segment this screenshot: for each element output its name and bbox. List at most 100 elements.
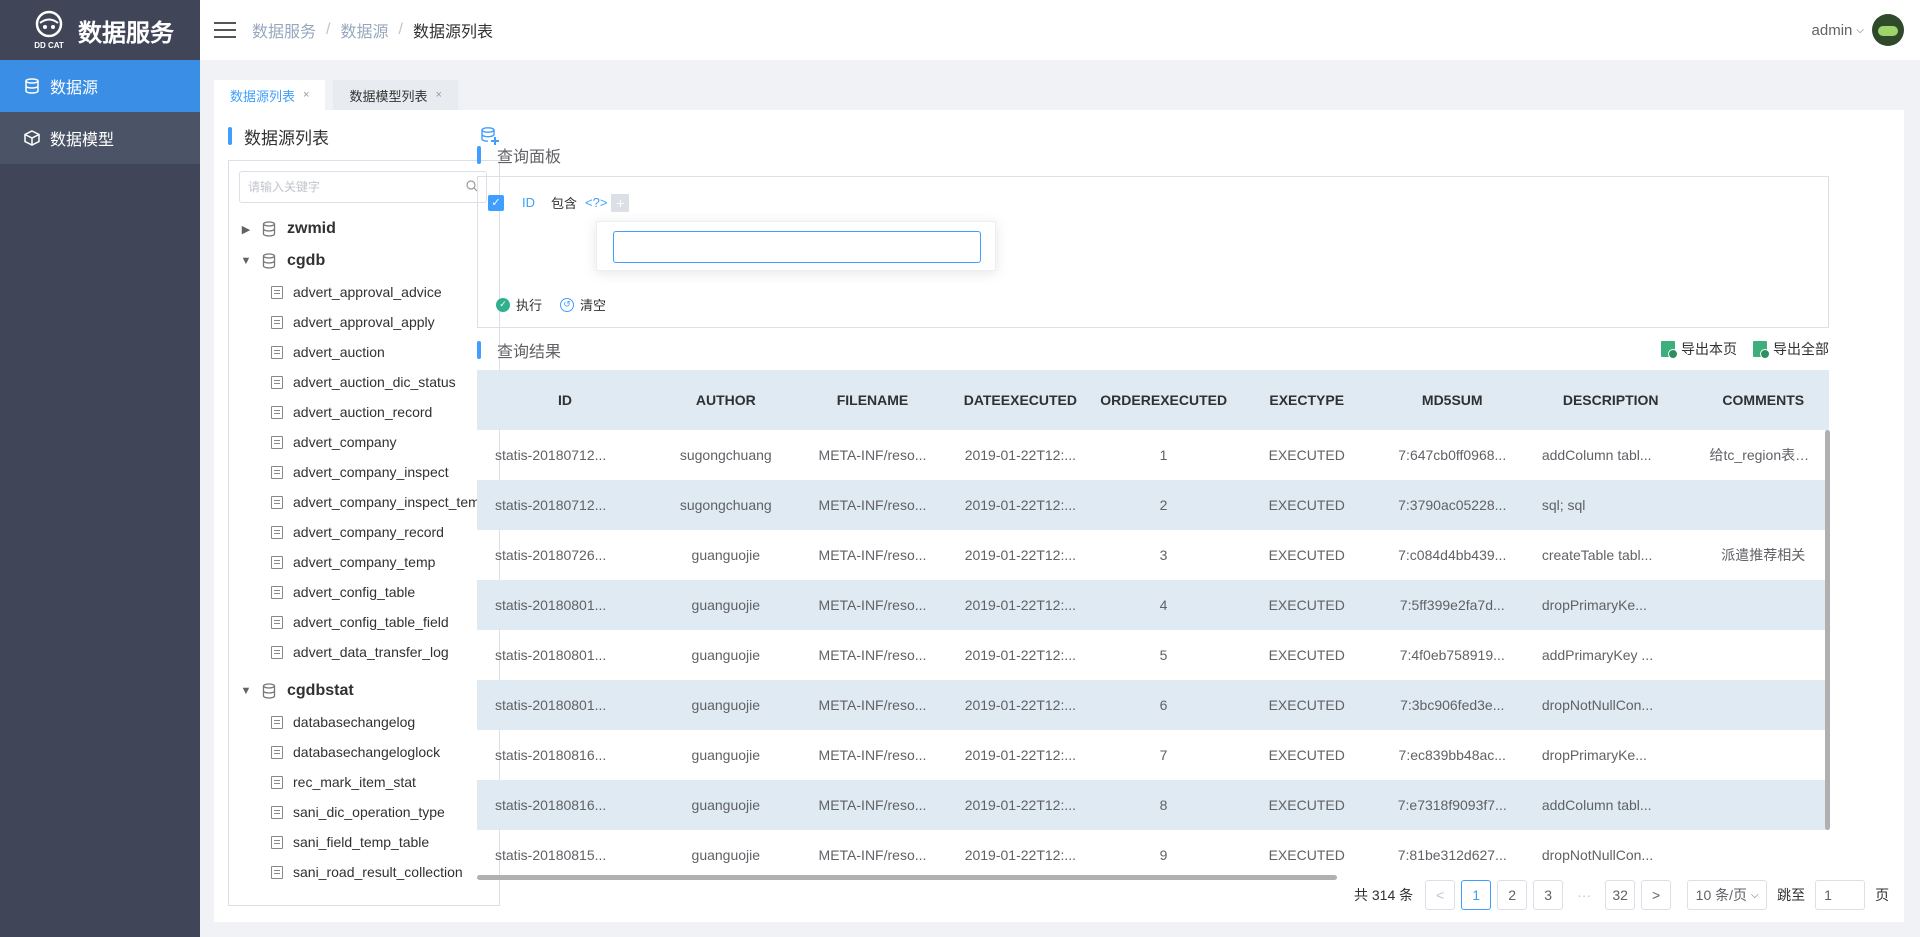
table-cell: 7:c084d4bb439...	[1398, 547, 1507, 563]
results-table: ID AUTHOR FILENAME DATEEXECUTED ORDEREXECUTE…	[477, 370, 1829, 880]
next-page-button[interactable]: >	[1641, 880, 1672, 910]
table-row[interactable]: statis-20180816... guanguojie META-INF/res…	[477, 730, 1829, 780]
table-row[interactable]: statis-20180712... sugongchuang META-INF/r…	[477, 430, 1829, 480]
tree-table-name: advert_auction	[293, 344, 385, 360]
export-all-button[interactable]: 导出全部	[1753, 339, 1829, 359]
add-condition-button[interactable]: +	[611, 193, 630, 212]
breadcrumb-item[interactable]: 数据源	[340, 18, 388, 42]
table-cell: META-INF/reso...	[798, 480, 947, 530]
close-icon[interactable]: ×	[303, 89, 309, 101]
sidebar-item-datamodel[interactable]: 数据模型	[0, 112, 200, 164]
sidebar-item-label: 数据源	[50, 80, 99, 97]
horizontal-scrollbar[interactable]	[477, 875, 1337, 880]
tree-table-name: advert_config_table	[293, 584, 416, 600]
table-row[interactable]: statis-20180726... guanguojie META-INF/res…	[477, 530, 1829, 580]
condition-value[interactable]: <?>	[585, 195, 607, 210]
table-cell: EXECUTED	[1232, 480, 1381, 530]
avatar[interactable]	[1872, 14, 1904, 46]
database-icon	[262, 253, 276, 269]
column-header[interactable]: COMMENTS	[1697, 370, 1829, 430]
table-cell: EXECUTED	[1232, 580, 1381, 630]
execute-button[interactable]: ✓ 执行	[496, 295, 542, 314]
user-menu[interactable]: admin ⌵	[1812, 14, 1904, 46]
column-header[interactable]: MD5SUM	[1380, 370, 1524, 430]
column-header[interactable]: ID	[477, 370, 654, 430]
caret-right-icon[interactable]: ▶	[235, 223, 257, 236]
table-cell: 8	[1094, 780, 1233, 830]
page-size-select[interactable]: 10 条/页 ⌵	[1687, 880, 1768, 910]
column-header[interactable]: DATEEXECUTED	[946, 370, 1095, 430]
column-header[interactable]: EXECTYPE	[1232, 370, 1381, 430]
tree-table-node[interactable]: databasechangelog	[229, 707, 489, 737]
table-cell: 7:4f0eb758919...	[1399, 647, 1505, 663]
table-cell: META-INF/reso...	[818, 447, 927, 463]
column-header[interactable]: AUTHOR	[653, 370, 799, 430]
tree-table-node[interactable]: advert_company_inspect	[229, 457, 489, 487]
clear-button[interactable]: ↺ 清空	[560, 295, 606, 314]
table-cell: 2	[1094, 480, 1233, 530]
table-cell: statis-20180801...	[477, 680, 654, 730]
search-input[interactable]	[248, 180, 466, 194]
column-header[interactable]: ORDEREXECUTED	[1094, 370, 1233, 430]
table-row[interactable]: statis-20180801... guanguojie META-INF/res…	[477, 580, 1829, 630]
tree-table-node[interactable]: advert_company	[229, 427, 489, 457]
table-cell: 2019-01-22T12:...	[946, 480, 1095, 530]
sidebar-item-datasource[interactable]: 数据源	[0, 60, 200, 112]
caret-down-icon[interactable]: ▼	[235, 685, 257, 697]
tree-table-node[interactable]: sani_dic_operation_type	[229, 797, 489, 827]
table-icon	[271, 775, 283, 789]
tree-table-node[interactable]: advert_company_temp	[229, 547, 489, 577]
tree-db-node[interactable]: ▶ zwmid	[229, 213, 489, 245]
page-button[interactable]: 2	[1497, 880, 1528, 910]
tree-table-name: advert_auction_record	[293, 404, 433, 420]
condition-operator[interactable]: 包含	[551, 193, 577, 212]
tree-db-name: cgdbstat	[287, 682, 354, 699]
hamburger-icon[interactable]	[214, 22, 236, 38]
condition-field[interactable]: ID	[522, 195, 535, 210]
table-row[interactable]: statis-20180801... guanguojie META-INF/res…	[477, 680, 1829, 730]
tree-table-node[interactable]: advert_auction	[229, 337, 489, 367]
condition-value-input[interactable]	[613, 231, 981, 263]
jump-input[interactable]: 1	[1815, 880, 1866, 910]
table-body: statis-20180712... sugongchuang META-INF/r…	[477, 430, 1829, 880]
tree-table-node[interactable]: rec_mark_item_stat	[229, 767, 489, 797]
page-button[interactable]: 32	[1605, 880, 1636, 910]
table-row[interactable]: statis-20180801... guanguojie META-INF/res…	[477, 630, 1829, 680]
tree-table-node[interactable]: advert_data_transfer_log	[229, 637, 489, 667]
condition-checkbox[interactable]: ✓	[488, 194, 504, 211]
datasource-panel: 数据源列表 ▶ zwmid ▼ cgdb advert_approval_advicea…	[228, 124, 500, 906]
table-cell: statis-20180815...	[495, 847, 607, 863]
breadcrumb-item[interactable]: 数据服务	[252, 18, 316, 42]
column-header[interactable]: DESCRIPTION	[1523, 370, 1698, 430]
tab-datasource-list[interactable]: 数据源列表 ×	[214, 80, 326, 110]
tree-table-node[interactable]: advert_approval_apply	[229, 307, 489, 337]
prev-page-button[interactable]: <	[1425, 880, 1456, 910]
column-header[interactable]: FILENAME	[798, 370, 947, 430]
tab-bar: 数据源列表 × 数据模型列表 ×	[214, 80, 458, 110]
caret-down-icon[interactable]: ▼	[235, 255, 257, 267]
page-ellipsis[interactable]: ···	[1569, 887, 1599, 903]
tree-table-node[interactable]: advert_config_table_field	[229, 607, 489, 637]
tab-datamodel-list[interactable]: 数据模型列表 ×	[333, 80, 458, 110]
tree-table-node[interactable]: advert_approval_advice	[229, 277, 489, 307]
vertical-scrollbar[interactable]	[1825, 430, 1830, 830]
cube-icon	[24, 129, 42, 147]
total-count: 共 314 条	[1354, 887, 1414, 903]
tree-table-node[interactable]: advert_auction_record	[229, 397, 489, 427]
tree-table-node[interactable]: sani_road_result_collection	[229, 857, 489, 887]
tree-db-node[interactable]: ▼ cgdb	[229, 245, 489, 277]
tree-table-node[interactable]: sani_field_temp_table	[229, 827, 489, 857]
tree-table-node[interactable]: databasechangeloglock	[229, 737, 489, 767]
tree-db-node[interactable]: ▼ cgdbstat	[229, 675, 489, 707]
table-row[interactable]: statis-20180815... guanguojie META-INF/res…	[477, 830, 1829, 880]
tree-table-node[interactable]: advert_company_inspect_temp	[229, 487, 489, 517]
tree-table-node[interactable]: advert_company_record	[229, 517, 489, 547]
tree-table-node[interactable]: advert_auction_dic_status	[229, 367, 489, 397]
tree-table-node[interactable]: advert_config_table	[229, 577, 489, 607]
page-button[interactable]: 1	[1461, 880, 1492, 910]
table-row[interactable]: statis-20180816... guanguojie META-INF/res…	[477, 780, 1829, 830]
close-icon[interactable]: ×	[435, 89, 441, 101]
table-row[interactable]: statis-20180712... sugongchuang META-INF/r…	[477, 480, 1829, 530]
export-page-button[interactable]: 导出本页	[1661, 339, 1737, 359]
page-button[interactable]: 3	[1533, 880, 1564, 910]
